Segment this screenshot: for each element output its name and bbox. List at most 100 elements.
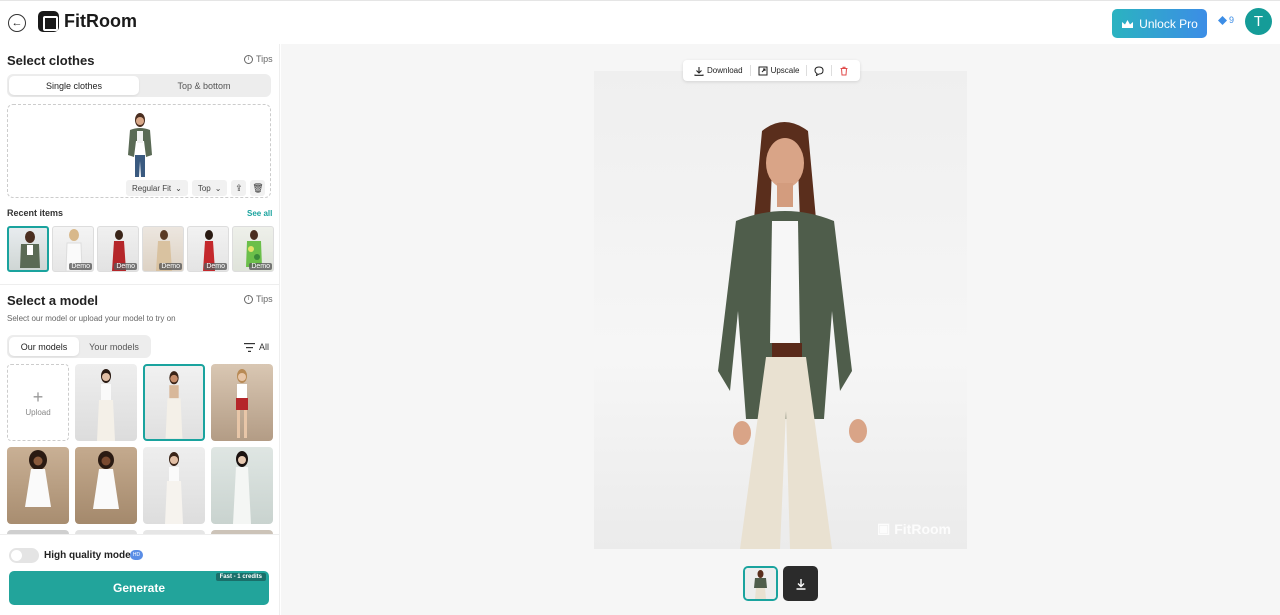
model-image — [25, 450, 51, 507]
model-tile-selected[interactable] — [143, 364, 205, 441]
demo-badge: Demo — [159, 263, 182, 270]
model-filter[interactable]: All — [244, 342, 269, 352]
garment-preview-image — [128, 113, 152, 177]
select-model-subtitle: Select our model or upload your model to… — [7, 314, 176, 323]
result-thumbnail-image — [745, 568, 776, 599]
upscale-icon — [758, 66, 768, 75]
user-avatar[interactable]: T — [1245, 8, 1272, 35]
trash-icon — [840, 66, 848, 75]
section-divider — [0, 284, 279, 285]
clothes-type-tabs: Single clothes Top & bottom — [7, 74, 271, 97]
high-quality-label: High quality mode — [44, 550, 131, 561]
upscale-button[interactable]: Upscale — [753, 60, 805, 81]
model-tile[interactable] — [143, 447, 205, 524]
garment-drop-zone[interactable]: Regular Fit ⌄ Top ⌄ ⇪ 🗑 — [7, 104, 271, 198]
tab-your-models[interactable]: Your models — [79, 337, 149, 356]
generate-button[interactable]: Generate Fast - 1 credits — [9, 571, 269, 605]
model-tips-label: Tips — [256, 294, 273, 304]
diamond-icon — [1218, 15, 1227, 25]
recent-item[interactable]: Demo — [52, 226, 94, 272]
fit-select[interactable]: Regular Fit ⌄ — [126, 180, 188, 196]
chat-bubble-icon — [814, 65, 824, 76]
generate-bar: High quality mode HD Generate Fast - 1 c… — [0, 534, 279, 615]
logo-text: FitRoom — [64, 11, 137, 31]
model-image — [233, 451, 251, 524]
result-area: ▣ FitRoom Download Upscale — [281, 44, 1280, 615]
filter-label: All — [259, 342, 270, 352]
high-quality-toggle[interactable] — [9, 548, 39, 563]
watermark-logo-icon: ▣ — [877, 520, 891, 536]
result-thumbnail[interactable] — [743, 566, 778, 601]
chevron-down-icon: ⌄ — [214, 183, 222, 193]
upload-icon[interactable]: ⇪ — [231, 180, 247, 196]
download-button[interactable]: Download — [689, 60, 748, 81]
model-tips-link[interactable]: i Tips — [244, 294, 273, 304]
model-image — [165, 452, 183, 524]
fast-credits-badge: Fast - 1 credits — [215, 573, 266, 581]
select-clothes-title: Select clothes — [7, 53, 95, 68]
result-image: ▣ FitRoom — [594, 71, 967, 549]
recent-items-list: Demo Demo Demo Demo Demo — [7, 226, 274, 272]
model-tile[interactable] — [211, 364, 273, 441]
download-icon — [694, 66, 704, 76]
recent-item[interactable]: Demo — [187, 226, 229, 272]
upscale-label: Upscale — [770, 66, 800, 75]
info-icon: i — [244, 54, 253, 64]
recent-item[interactable]: Demo — [142, 226, 184, 272]
trash-icon[interactable]: 🗑 — [250, 180, 266, 196]
toolbar-divider — [749, 65, 751, 76]
toolbar-divider — [831, 65, 833, 76]
recent-item[interactable] — [7, 226, 49, 272]
left-panel: Select clothes i Tips Single clothes Top… — [0, 44, 280, 615]
garment-thumbnail — [20, 231, 40, 268]
model-result-image — [718, 122, 867, 549]
model-tile[interactable] — [75, 364, 137, 441]
recent-items-label: Recent items — [7, 208, 64, 218]
recent-item[interactable]: Demo — [97, 226, 139, 272]
hd-badge: HD — [130, 550, 143, 560]
garment-type-value: Top — [197, 183, 211, 193]
download-result-button[interactable] — [783, 566, 818, 601]
back-arrow-icon[interactable]: ← — [8, 14, 26, 32]
select-model-title: Select a model — [7, 293, 99, 308]
demo-badge: Demo — [249, 263, 272, 270]
chevron-down-icon: ⌄ — [175, 183, 182, 193]
image-toolbar: Download Upscale — [683, 60, 861, 81]
info-icon: i — [244, 294, 253, 304]
recent-item[interactable]: Demo — [232, 226, 274, 272]
demo-badge: Demo — [114, 263, 137, 270]
model-tile[interactable] — [211, 447, 273, 524]
credits-count: 9 — [1229, 15, 1235, 25]
demo-badge: Demo — [69, 263, 92, 270]
garment-controls: Regular Fit ⌄ Top ⌄ ⇪ 🗑 — [126, 180, 266, 196]
app-logo[interactable]: FitRoom — [38, 11, 137, 32]
tab-single-clothes[interactable]: Single clothes — [9, 76, 139, 95]
fitroom-logo-icon — [38, 11, 59, 32]
model-image — [165, 371, 183, 439]
model-tile[interactable] — [7, 447, 69, 524]
plus-icon: + — [32, 386, 44, 407]
see-all-link[interactable]: See all — [247, 209, 272, 218]
model-source-tabs: Our models Your models — [7, 335, 151, 358]
tab-our-models[interactable]: Our models — [9, 337, 79, 356]
tab-top-bottom[interactable]: Top & bottom — [139, 76, 269, 95]
credits-indicator[interactable]: 9 — [1218, 15, 1234, 25]
download-label: Download — [707, 66, 743, 75]
garment-type-select[interactable]: Top ⌄ — [191, 180, 228, 196]
fit-select-value: Regular Fit — [132, 183, 172, 193]
watermark-text: FitRoom — [894, 520, 951, 537]
model-tile[interactable] — [75, 447, 137, 524]
model-image — [97, 369, 115, 441]
generate-label: Generate — [112, 581, 166, 595]
clothes-tips-link[interactable]: i Tips — [244, 54, 273, 64]
model-image — [93, 451, 119, 509]
feedback-button[interactable] — [809, 60, 829, 81]
upload-model-tile[interactable]: + Upload — [7, 364, 69, 441]
delete-button[interactable] — [834, 60, 854, 81]
unlock-pro-button[interactable]: Unlock Pro — [1112, 9, 1207, 38]
toolbar-divider — [806, 65, 808, 76]
top-header: ← FitRoom Unlock Pro 9 T — [0, 0, 1280, 44]
clothes-tips-label: Tips — [256, 54, 273, 64]
upload-label: Upload — [25, 407, 51, 417]
model-image — [236, 369, 248, 438]
